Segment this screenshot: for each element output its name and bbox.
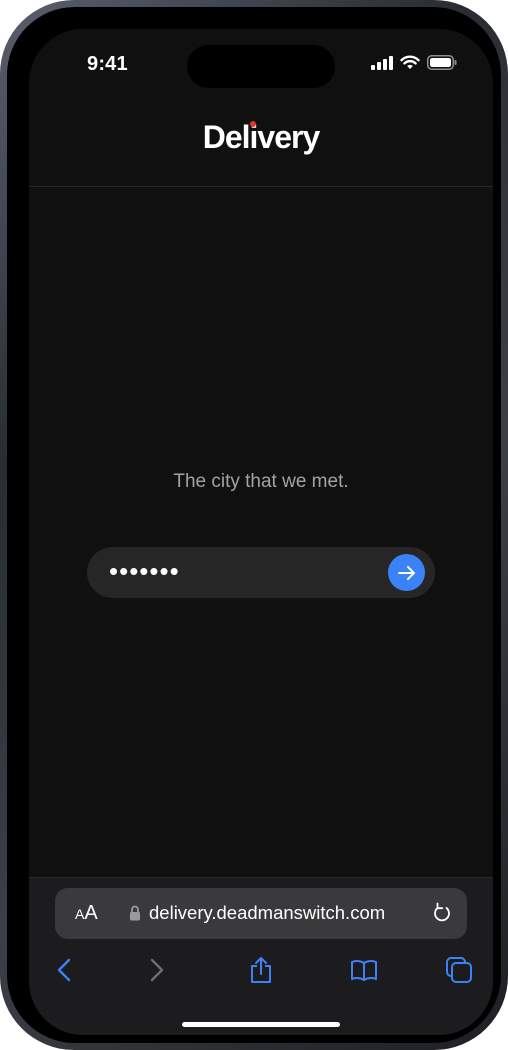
back-icon [57, 958, 71, 982]
signal-icon [371, 55, 393, 70]
arrow-right-icon [397, 565, 415, 580]
battery-icon [427, 55, 457, 70]
text-size-button[interactable]: AA [75, 902, 98, 925]
status-time: 9:41 [87, 53, 128, 75]
url-text[interactable]: delivery.deadmanswitch.com [149, 902, 385, 924]
reload-icon [434, 902, 450, 922]
status-icons [371, 55, 457, 70]
text-size-small-label: A [75, 906, 85, 922]
address-bar[interactable]: AA delivery.deadmanswitch.com [55, 888, 467, 939]
logo[interactable]: Delivery [29, 119, 493, 156]
phone-bezel: 9:41 Delivery The city that we met. ••••… [7, 7, 501, 1043]
logo-dot [250, 121, 256, 127]
reload-button[interactable] [432, 902, 452, 929]
home-indicator [182, 1022, 340, 1027]
dynamic-island [187, 45, 335, 88]
submit-button[interactable] [388, 554, 425, 591]
screen: 9:41 Delivery The city that we met. ••••… [29, 29, 493, 1035]
forward-button[interactable] [137, 950, 177, 990]
browser-nav-row [29, 950, 493, 990]
wifi-icon [400, 55, 420, 69]
password-field[interactable]: ••••••• [87, 547, 435, 598]
share-button[interactable] [241, 950, 281, 990]
forward-icon [150, 958, 164, 982]
tabs-button[interactable] [439, 950, 479, 990]
password-value[interactable]: ••••••• [109, 556, 180, 587]
browser-toolbar: AA delivery.deadmanswitch.com [29, 877, 493, 1035]
text-size-large-label: A [84, 902, 98, 924]
tabs-icon [446, 957, 472, 983]
phone-frame: 9:41 Delivery The city that we met. ••••… [0, 0, 508, 1050]
bookmarks-button[interactable] [344, 950, 384, 990]
back-button[interactable] [44, 950, 84, 990]
lock-icon [130, 905, 140, 921]
site-header: Delivery [29, 89, 493, 187]
bookmarks-icon [351, 959, 377, 981]
passphrase-prompt: The city that we met. [173, 471, 349, 492]
url-wrap: delivery.deadmanswitch.com [129, 902, 385, 924]
share-icon [251, 957, 271, 983]
